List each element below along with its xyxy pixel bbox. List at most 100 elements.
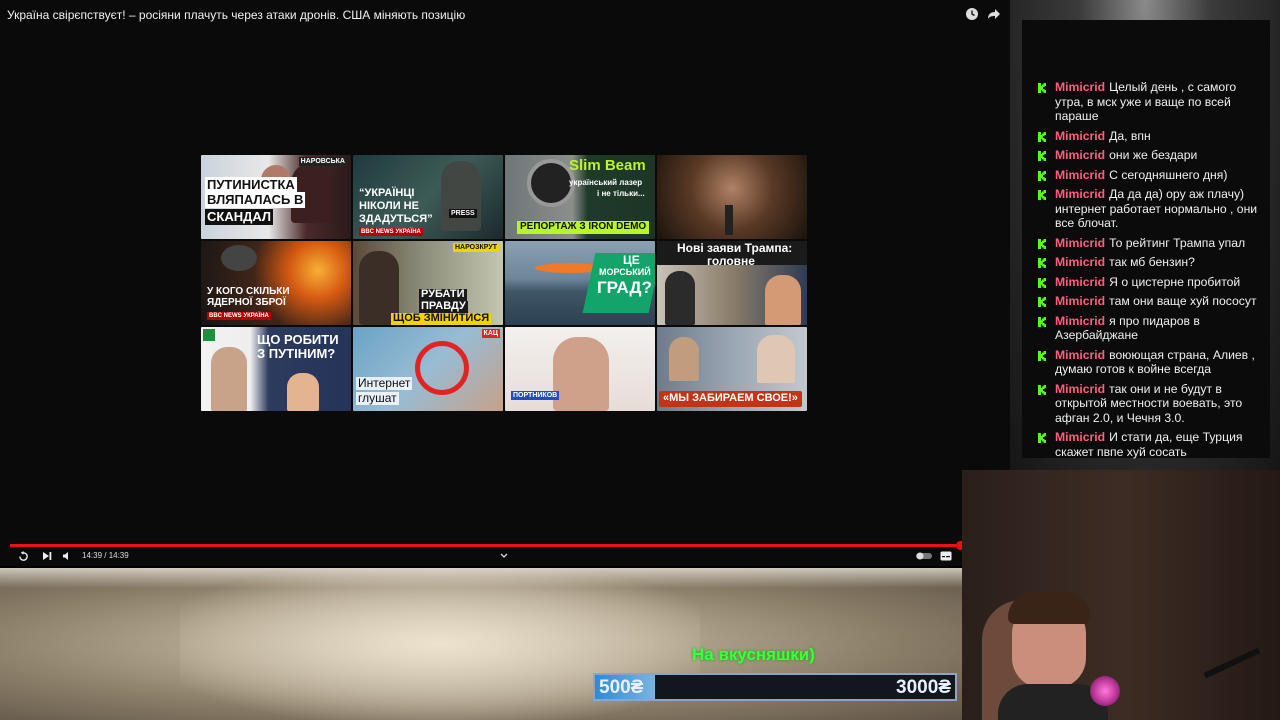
thumbnail-text: і не тільки...	[597, 189, 645, 198]
brand-logo: BBC NEWS УКРАЇНА	[359, 228, 423, 236]
chat-message: Mimicrid они же бездари	[1029, 148, 1262, 163]
thumbnail-card[interactable]: У КОГО СКІЛЬКИ ЯДЕРНОЇ ЗБРОЇ BBC NEWS УК…	[201, 241, 351, 325]
chat-text: они же бездари	[1109, 148, 1198, 162]
thumbnail-card[interactable]: НАРОВСЬКА ПУТИНИСТКА ВЛЯПАЛАСЬ В СКАНДАЛ	[201, 155, 351, 239]
kick-badge-icon	[1037, 257, 1047, 268]
subtitles-icon[interactable]	[940, 550, 952, 562]
portrait	[665, 271, 695, 325]
donation-current: 500₴	[599, 677, 644, 698]
chat-username[interactable]: Mimicrid	[1055, 129, 1105, 143]
chat-text: С сегодняшнего дня)	[1109, 167, 1228, 182]
portrait	[765, 275, 801, 325]
thumbnail-card[interactable]: ЩО РОБИТИ З ПУТІНИМ?	[201, 327, 351, 411]
mic-arm	[1203, 647, 1261, 679]
portrait	[211, 347, 247, 411]
progress-bar[interactable]	[10, 544, 956, 547]
kick-badge-icon	[1037, 131, 1047, 142]
end-screen-grid: НАРОВСЬКА ПУТИНИСТКА ВЛЯПАЛАСЬ В СКАНДАЛ…	[201, 155, 809, 413]
donation-goal-amount: 3000₴	[896, 677, 951, 698]
chat-messages: Mimicrid Целый день , с самого утра, в мс…	[1022, 80, 1262, 464]
chat-message: Mimicrid И стати да, еще Турция скажет пв…	[1029, 430, 1262, 459]
thumbnail-card[interactable]: КАЦ Интернет глушат	[353, 327, 503, 411]
chat-text: То рейтинг Трампа упал	[1109, 235, 1246, 250]
chat-username[interactable]: Mimicrid	[1055, 294, 1105, 308]
snow-edge	[0, 568, 962, 588]
thumbnail-text: український лазер	[569, 178, 643, 187]
kick-badge-icon	[1037, 82, 1047, 93]
thumbnail-text: «МЫ ЗАБИРАЕМ СВОЕ!»	[659, 391, 802, 407]
time-display: 14:39 / 14:39	[82, 551, 129, 560]
chat-message: Mimicrid Да, впн	[1029, 129, 1262, 144]
chat-message: Mimicrid там они ваще хуй пососут	[1029, 294, 1262, 309]
next-icon[interactable]	[41, 550, 53, 562]
thumbnail-text: З ПУТІНИМ?	[257, 346, 336, 361]
thumbnail-text: ЩОБ ЗМІНИТИСЯ	[391, 312, 492, 325]
thumbnail-text: ПРАВДУ	[419, 300, 468, 313]
chat-username[interactable]: Mimicrid	[1055, 168, 1105, 182]
thumbnail-card[interactable]: Нові заяви Трампа: головне	[657, 241, 807, 325]
streamer-hair	[1008, 592, 1090, 624]
chat-text: Я о цистерне пробитой	[1109, 274, 1241, 289]
chat-username[interactable]: Mimicrid	[1055, 187, 1105, 201]
chat-message: Mimicrid Я о цистерне пробитой	[1029, 275, 1262, 290]
thumbnail-text: МОРСЬКИЙ	[599, 267, 651, 277]
thumbnail-text: Нові заяви Трампа:	[677, 241, 793, 255]
chat-username[interactable]: Mimicrid	[1055, 148, 1105, 162]
chat-text: Да, впн	[1109, 128, 1151, 143]
thumbnail-text: У КОГО СКІЛЬКИ	[207, 286, 290, 297]
mushroom-cloud	[221, 245, 257, 271]
player-controls: 14:39 / 14:39	[0, 540, 965, 568]
chat-username[interactable]: Mimicrid	[1055, 275, 1105, 289]
thumbnail-text: “УКРАЇНЦІ	[359, 187, 415, 199]
replay-icon[interactable]	[17, 550, 29, 562]
thumbnail-text: РЕПОРТАЖ З IRON DEMO	[517, 221, 650, 234]
thumbnail-card[interactable]: ПОРТНИКОВ	[505, 327, 655, 411]
chat-message: Mimicrid я про пидаров в Азербайджане	[1029, 314, 1262, 343]
watch-later-icon[interactable]	[963, 5, 981, 23]
chat-username[interactable]: Mimicrid	[1055, 314, 1105, 328]
chat-message: Mimicrid С сегодняшнего дня)	[1029, 168, 1262, 183]
thumbnail-text: ЗДАДУТЬСЯ”	[359, 213, 433, 225]
chat-username[interactable]: Mimicrid	[1055, 255, 1105, 269]
chat-username[interactable]: Mimicrid	[1055, 236, 1105, 250]
donation-goal-title: На вкусняшки)	[692, 645, 815, 664]
thumbnail-text: Интернет	[356, 376, 413, 390]
channel-logo	[203, 329, 215, 341]
thumbnail-card[interactable]: Slim Beam український лазер і не тільки.…	[505, 155, 655, 239]
portrait	[553, 337, 609, 411]
video-player[interactable]: Україна свірєпствуєт! – росіяни плачуть …	[0, 0, 1010, 566]
chat-username[interactable]: Mimicrid	[1055, 430, 1105, 444]
volume-icon[interactable]	[61, 550, 73, 562]
thumbnail-card[interactable]	[657, 155, 807, 239]
chat-panel[interactable]: Mimicrid Целый день , с самого утра, в мс…	[1022, 20, 1270, 459]
kick-badge-icon	[1037, 150, 1047, 161]
laser-lens	[527, 159, 575, 207]
chat-username[interactable]: Mimicrid	[1055, 348, 1105, 362]
chat-message: Mimicrid Да да да) ору аж плачу) интернет…	[1029, 187, 1262, 231]
chat-message: Mimicrid так мб бензин?	[1029, 255, 1262, 270]
autoplay-toggle[interactable]	[916, 550, 932, 562]
thumbnail-text: СКАНДАЛ	[205, 209, 274, 225]
kick-badge-icon	[1037, 189, 1047, 200]
thumbnail-card[interactable]: PRESS “УКРАЇНЦІ НІКОЛИ НЕ ЗДАДУТЬСЯ” BBC…	[353, 155, 503, 239]
brand-logo: BBC NEWS УКРАЇНА	[207, 312, 271, 320]
webcam-feed	[962, 470, 1280, 720]
thumbnail-card[interactable]: ЦЕ МОРСЬКИЙ ГРАД?	[505, 241, 655, 325]
soldier	[441, 161, 481, 231]
channel-tag: НАРОЗКРУТ	[453, 243, 499, 252]
chat-username[interactable]: Mimicrid	[1055, 80, 1105, 94]
donation-goal-bar: 500₴ 3000₴	[593, 673, 957, 701]
microphone-icon	[725, 205, 733, 235]
press-label: PRESS	[449, 209, 477, 218]
kick-badge-icon	[1037, 296, 1047, 307]
portrait	[669, 337, 699, 381]
share-icon[interactable]	[985, 5, 1003, 23]
thumbnail-card[interactable]: «МЫ ЗАБИРАЕМ СВОЕ!»	[657, 327, 807, 411]
thumbnail-card[interactable]: НАРОЗКРУТ РУБАТИ ПРАВДУ ЩОБ ЗМІНИТИСЯ	[353, 241, 503, 325]
chevron-down-icon[interactable]	[498, 550, 510, 562]
chat-message: Mimicrid Целый день , с самого утра, в мс…	[1029, 80, 1262, 124]
chat-username[interactable]: Mimicrid	[1055, 382, 1105, 396]
chat-text: там они ваще хуй пососут	[1109, 294, 1257, 308]
kick-badge-icon	[1037, 316, 1047, 327]
portrait	[757, 335, 795, 383]
